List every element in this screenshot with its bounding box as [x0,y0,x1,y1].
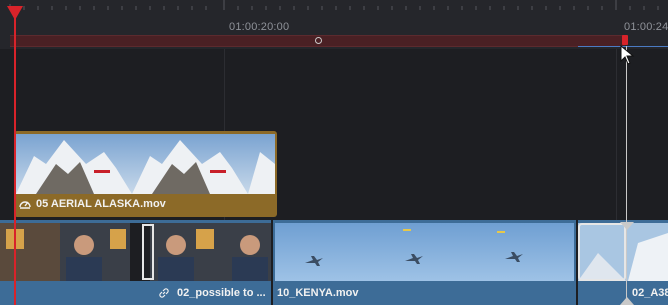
speedometer-icon [18,197,32,216]
range-midpoint-handle[interactable] [315,37,322,44]
timecode-label: 01:00:24 [624,21,668,33]
clip-thumbnails [578,223,668,281]
clip-thumbnails [0,223,271,281]
playhead-handle[interactable] [7,6,23,20]
clip-name: 02_possible to ... [177,287,266,299]
clip-name: 10_KENYA.mov [277,287,359,299]
edit-point-top-handle[interactable] [620,222,634,230]
clip-kenya[interactable]: 10_KENYA.mov [273,220,576,305]
timecode-ruler[interactable]: 01:00:20:00 01:00:24 [0,0,668,49]
mouse-cursor-icon [620,45,635,65]
timecode-label: 01:00:20:00 [229,21,290,33]
clip-interview[interactable]: 02_possible to ... [0,220,271,305]
ruler-ticks [9,0,659,10]
clip-name: 05 AERIAL ALASKA.mov [36,198,166,210]
clip-name: 02_A38 [632,287,668,299]
edit-point-bottom-handle[interactable] [620,297,634,305]
clip-a38[interactable]: 02_A38 [578,220,668,305]
playhead-line[interactable] [14,6,16,305]
timeline-panel: 01:00:20:00 01:00:24 05 AERIAL ALASKA.mo… [0,0,668,305]
out-point-marker[interactable] [622,35,628,45]
clip-thumbnails [275,223,574,281]
clip-alaska[interactable]: 05 AERIAL ALASKA.mov [14,131,277,217]
edit-point-line[interactable] [626,46,627,305]
clip-thumbnails [16,134,275,194]
link-icon [158,286,170,304]
